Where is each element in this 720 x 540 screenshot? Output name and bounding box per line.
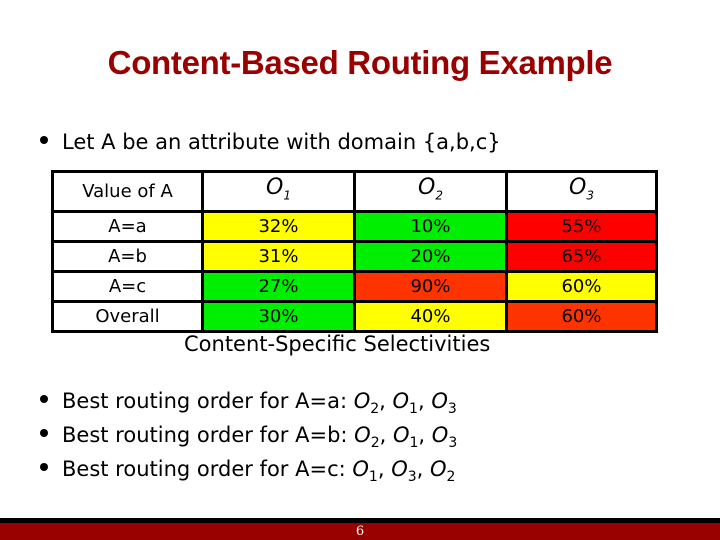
operator-name: O xyxy=(266,175,284,200)
operator-ref: O3 xyxy=(431,389,456,417)
separator: , xyxy=(417,389,432,413)
bullet-dot-icon xyxy=(40,395,48,403)
header-operator: O1 xyxy=(201,169,356,214)
table-caption: Content-Specific Selectivities xyxy=(184,332,491,356)
operator-sub: 2 xyxy=(435,188,443,203)
bullet-dot-icon xyxy=(40,429,48,437)
separator: , xyxy=(377,457,392,481)
operator-sub: 2 xyxy=(370,401,380,418)
row-label: A=b xyxy=(51,240,204,274)
row-label: A=a xyxy=(51,210,204,244)
operator-name: O xyxy=(353,389,371,413)
routing-order-prefix: Best routing order for A=b: xyxy=(62,423,355,447)
operator-sub: 3 xyxy=(447,401,457,418)
operator-ref: O2 xyxy=(430,457,455,485)
operator-ref: O1 xyxy=(352,457,377,485)
selectivity-cell: 31% xyxy=(201,240,356,274)
routing-order-prefix: Best routing order for A=c: xyxy=(62,457,353,481)
operator-sub: 1 xyxy=(368,469,378,486)
operator-name: O xyxy=(431,389,448,413)
bullet-dot-icon xyxy=(40,463,48,471)
selectivity-table: Value of A O1 O2 O3 A=a 32% 10% 55% A=b 31% 20… xyxy=(51,169,658,334)
operator-name: O xyxy=(430,457,447,481)
operator-name: O xyxy=(352,457,369,481)
table-row: A=c 27% 90% 60% xyxy=(51,270,658,304)
operator-name: O xyxy=(392,389,410,413)
table-row: A=b 31% 20% 65% xyxy=(51,240,658,274)
operator-ref: O3 xyxy=(431,423,457,451)
operator-sub: 3 xyxy=(586,188,594,203)
selectivity-cell: 27% xyxy=(201,270,356,304)
operator-sub: 3 xyxy=(407,469,417,486)
routing-order-bullet: Best routing order for A=a: O2, O1, O3 xyxy=(40,389,457,417)
operator-ref: O1 xyxy=(392,389,418,417)
separator: , xyxy=(379,389,393,413)
selectivity-cell: 20% xyxy=(353,240,508,274)
separator: , xyxy=(379,423,393,447)
selectivity-cell: 10% xyxy=(353,210,508,244)
bullet-dot-icon xyxy=(40,136,48,144)
selectivity-cell: 65% xyxy=(505,240,658,274)
table-row: Overall 30% 40% 60% xyxy=(51,300,658,334)
selectivity-cell: 60% xyxy=(505,300,658,334)
table-row: A=a 32% 10% 55% xyxy=(51,210,658,244)
operator-ref: O2 xyxy=(353,389,379,417)
operator-name: O xyxy=(392,423,410,447)
page-number: 6 xyxy=(355,524,365,539)
selectivity-cell: 40% xyxy=(353,300,508,334)
intro-text: Let A be an attribute with domain {a,b,c… xyxy=(62,130,501,154)
operator-name: O xyxy=(354,423,371,447)
selectivity-cell: 55% xyxy=(505,210,658,244)
operator-ref: O1 xyxy=(392,423,418,451)
operator-name: O xyxy=(418,175,436,200)
operator-sub: 3 xyxy=(448,435,458,452)
selectivity-cell: 30% xyxy=(201,300,356,334)
routing-order-bullet: Best routing order for A=c: O1, O3, O2 xyxy=(40,457,455,485)
header-operator: O3 xyxy=(505,169,658,214)
slide-title: Content-Based Routing Example xyxy=(107,44,613,81)
operator-sub: 1 xyxy=(409,401,418,418)
routing-order-bullet: Best routing order for A=b: O2, O1, O3 xyxy=(40,423,457,451)
header-operator: O2 xyxy=(353,169,508,214)
selectivity-cell: 32% xyxy=(201,210,356,244)
operator-ref: O2 xyxy=(354,423,379,451)
table-header-row: Value of A O1 O2 O3 xyxy=(51,169,658,214)
header-value-of-a: Value of A xyxy=(51,169,204,214)
operator-name: O xyxy=(431,423,449,447)
row-label: Overall xyxy=(51,300,204,334)
operator-name: O xyxy=(391,457,408,481)
separator: , xyxy=(418,423,432,447)
selectivity-cell: 90% xyxy=(353,270,508,304)
operator-sub: 2 xyxy=(370,435,380,452)
operator-sub: 1 xyxy=(283,188,291,203)
selectivity-cell: 60% xyxy=(505,270,658,304)
intro-bullet: Let A be an attribute with domain {a,b,c… xyxy=(40,130,501,154)
operator-ref: O3 xyxy=(391,457,416,485)
separator: , xyxy=(416,457,430,481)
routing-order-prefix: Best routing order for A=a: xyxy=(62,389,354,413)
operator-sub: 2 xyxy=(446,469,456,486)
row-label: A=c xyxy=(51,270,204,304)
operator-name: O xyxy=(569,175,587,200)
